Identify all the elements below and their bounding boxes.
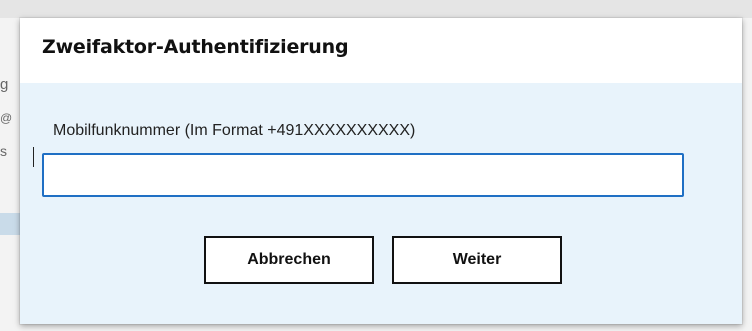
dialog-header: Zweifaktor-Authentifizierung [20,18,742,83]
dialog-title: Zweifaktor-Authentifizierung [42,36,349,58]
background-text-fragment: g [0,76,9,93]
background-highlight-strip [0,213,22,235]
text-caret [33,147,34,167]
next-button[interactable]: Weiter [392,236,562,284]
phone-field-label: Mobilfunknummer (Im Format +491XXXXXXXXX… [53,122,416,139]
phone-number-input[interactable] [42,153,684,197]
background-text-fragment: s [0,143,7,159]
cancel-button[interactable]: Abbrechen [204,236,374,284]
background-text-fragment: @ [0,111,13,125]
two-factor-dialog: Zweifaktor-Authentifizierung Mobilfunknu… [20,18,742,324]
